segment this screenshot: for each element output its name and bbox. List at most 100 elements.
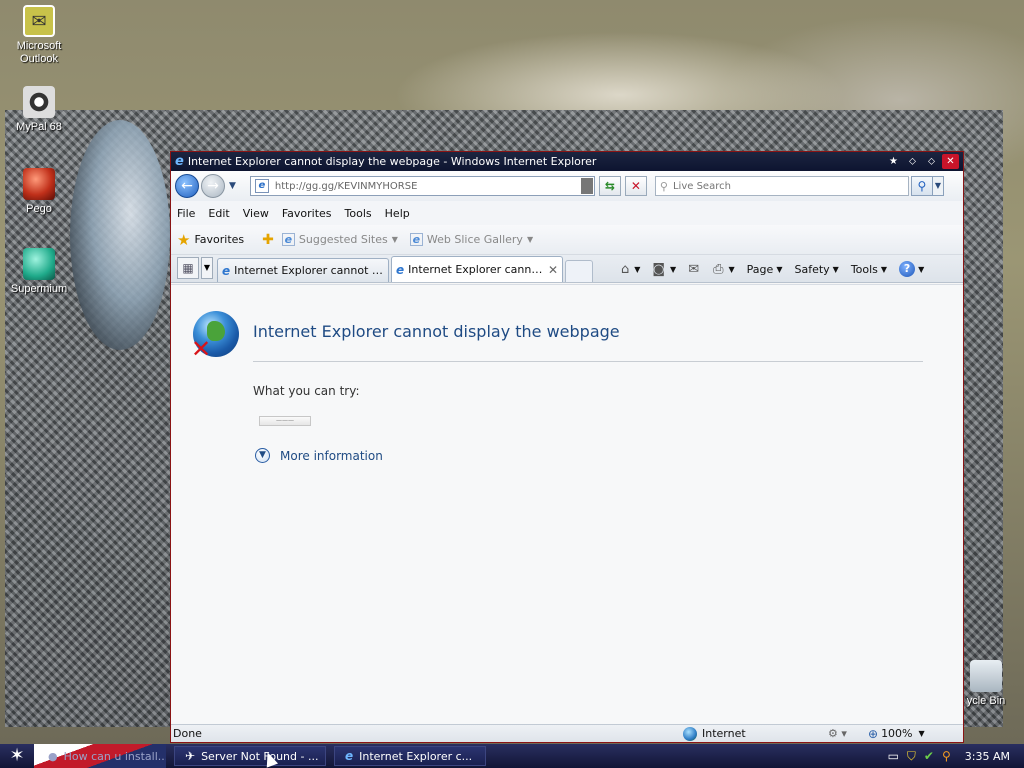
home-icon: ⌂ bbox=[621, 261, 630, 277]
ie-icon: e bbox=[345, 749, 354, 763]
refresh-button[interactable]: ⇆ bbox=[598, 176, 621, 196]
desktop-icon-mypal[interactable]: MyPal 68 bbox=[2, 86, 76, 134]
menu-edit[interactable]: Edit bbox=[208, 207, 229, 220]
firefox-icon: ✈ bbox=[185, 749, 196, 763]
what-you-can-try-label: What you can try: bbox=[253, 384, 360, 398]
print-button[interactable]: ⎙ ▼ bbox=[713, 262, 735, 277]
search-tray-icon[interactable]: ⚲ bbox=[942, 749, 951, 763]
tab-1[interactable]: e Internet Explorer cannot dis... bbox=[217, 258, 389, 282]
ie-page-icon: e bbox=[409, 233, 423, 246]
tools-menu[interactable]: Tools ▼ bbox=[851, 263, 887, 276]
pin-star-icon[interactable]: ★ bbox=[885, 154, 902, 169]
keyboard-icon[interactable]: ▭ bbox=[888, 749, 899, 763]
favorites-star-icon: ★ bbox=[177, 230, 191, 249]
desktop-icon-label: Supermium bbox=[10, 283, 68, 295]
taskbar-item-1[interactable]: ● How can u install... bbox=[34, 744, 166, 768]
zoom-control[interactable]: ⊕ 100% ▼ bbox=[868, 727, 925, 741]
window-title: Internet Explorer cannot display the web… bbox=[187, 155, 597, 168]
status-text: Done bbox=[173, 727, 202, 740]
wallpaper-eye bbox=[70, 120, 170, 350]
menu-tools[interactable]: Tools bbox=[345, 207, 372, 220]
search-input[interactable] bbox=[670, 179, 908, 193]
security-shield-icon[interactable]: ⛉ bbox=[907, 749, 916, 764]
diagnose-button[interactable]: ——— bbox=[259, 416, 311, 426]
ie-window: e Internet Explorer cannot display the w… bbox=[170, 151, 964, 743]
quick-tabs-icon[interactable]: ▦ bbox=[177, 257, 199, 279]
internet-zone-icon bbox=[683, 726, 697, 741]
taskbar-item-2[interactable]: ✈ Server Not Found - ... bbox=[174, 746, 326, 766]
menu-view[interactable]: View bbox=[243, 207, 269, 220]
help-button[interactable]: ? ▼ bbox=[899, 261, 924, 277]
minimize-button[interactable]: ⬦ bbox=[904, 154, 921, 169]
back-button[interactable]: ← bbox=[175, 174, 199, 198]
search-provider-icon: ⚲ bbox=[659, 179, 668, 193]
tab-2-active[interactable]: e Internet Explorer cannot ... ✕ bbox=[391, 256, 563, 282]
ie-tab-icon: e bbox=[396, 262, 405, 277]
chevron-down-icon: ▼ bbox=[526, 235, 534, 244]
search-box[interactable]: ⚲ bbox=[654, 176, 909, 196]
window-titlebar[interactable]: e Internet Explorer cannot display the w… bbox=[171, 152, 963, 171]
ie-page-icon: e bbox=[281, 233, 295, 246]
feeds-button[interactable]: ◙ ▼ bbox=[652, 262, 676, 277]
status-bar: Done Internet ⚙ ▾ ⊕ 100% ▼ bbox=[171, 724, 963, 742]
desktop-icon-label: MyPal 68 bbox=[16, 121, 62, 133]
desktop-icon-outlook[interactable]: ✉ Microsoft Outlook bbox=[2, 5, 76, 66]
tab-row: ▦ ▼ e Internet Explorer cannot dis... e … bbox=[171, 255, 963, 283]
page-menu[interactable]: Page ▼ bbox=[747, 263, 783, 276]
home-button[interactable]: ⌂ ▼ bbox=[621, 262, 640, 277]
address-row: ← → ▼ e ⇆ ✕ ⚲ ⚲ ▼ bbox=[171, 171, 963, 201]
desktop-icon-pego[interactable]: Pego bbox=[2, 168, 76, 216]
outlook-icon: ✉ bbox=[23, 5, 55, 37]
command-bar: ⌂ ▼ ◙ ▼ ✉ ⎙ ▼ Page ▼ Safety ▼ Tools ▼ ? ▼ bbox=[621, 261, 936, 277]
recycle-bin-icon bbox=[970, 660, 1002, 692]
mypal-icon bbox=[23, 86, 55, 118]
recent-pages-dropdown[interactable]: ▼ bbox=[229, 181, 236, 191]
network-icon[interactable]: ✔ bbox=[924, 749, 934, 763]
address-bar[interactable]: e bbox=[249, 176, 595, 196]
favorites-bar: ★ Favorites ✚ e Suggested Sites ▼ e Web … bbox=[171, 225, 963, 255]
ie-tab-icon: e bbox=[222, 263, 231, 278]
search-button[interactable]: ⚲ bbox=[910, 176, 933, 196]
tab-list-dropdown[interactable]: ▼ bbox=[201, 257, 213, 279]
desktop-icon-label: Pego bbox=[26, 203, 52, 215]
taskbar: ✶ ● How can u install... ✈ Server Not Fo… bbox=[0, 744, 1024, 768]
page-content: ✕ Internet Explorer cannot display the w… bbox=[171, 284, 963, 724]
mail-icon: ✉ bbox=[688, 261, 700, 277]
read-mail-button[interactable]: ✉ bbox=[688, 262, 701, 277]
favorites-button[interactable]: Favorites bbox=[194, 233, 244, 246]
forward-button[interactable]: → bbox=[201, 174, 225, 198]
desktop-icon-recycle-bin[interactable]: ycle Bin bbox=[956, 660, 1016, 708]
app-icon: ● bbox=[48, 749, 58, 763]
tab-close-icon[interactable]: ✕ bbox=[548, 263, 558, 277]
maximize-button[interactable]: ⬦ bbox=[923, 154, 940, 169]
security-zone[interactable]: Internet bbox=[683, 726, 828, 741]
suggested-sites-link[interactable]: e Suggested Sites ▼ bbox=[281, 233, 398, 246]
address-input[interactable] bbox=[272, 179, 581, 193]
help-icon: ? bbox=[899, 261, 916, 277]
start-button[interactable]: ✶ bbox=[0, 744, 34, 768]
tab-label: Internet Explorer cannot dis... bbox=[234, 264, 384, 277]
taskbar-item-3[interactable]: e Internet Explorer c... bbox=[334, 746, 486, 766]
close-button[interactable]: ✕ bbox=[942, 154, 959, 169]
add-to-favorites-bar-icon[interactable]: ✚ bbox=[262, 232, 274, 248]
desktop-icon-label: ycle Bin bbox=[966, 695, 1006, 707]
web-slice-gallery-link[interactable]: e Web Slice Gallery ▼ bbox=[409, 233, 534, 246]
search-options-dropdown[interactable]: ▼ bbox=[932, 176, 944, 196]
more-information-link[interactable]: ▼ More information bbox=[255, 448, 383, 463]
safety-menu[interactable]: Safety ▼ bbox=[794, 263, 838, 276]
new-tab-button[interactable] bbox=[565, 260, 593, 282]
printer-icon: ⎙ bbox=[713, 261, 724, 277]
menu-file[interactable]: File bbox=[177, 207, 195, 220]
clock[interactable]: 3:35 AM bbox=[965, 750, 1010, 763]
heading-divider bbox=[253, 361, 923, 362]
compat-view-icon[interactable] bbox=[580, 178, 593, 194]
system-tray: ▭ ⛉ ✔ ⚲ 3:35 AM bbox=[880, 749, 1024, 764]
error-heading: Internet Explorer cannot display the web… bbox=[253, 322, 620, 341]
stop-button[interactable]: ✕ bbox=[624, 176, 647, 196]
protected-mode-icon[interactable]: ⚙ ▾ bbox=[828, 727, 868, 740]
pego-icon bbox=[23, 168, 55, 200]
chevron-down-icon: ▼ bbox=[391, 235, 398, 244]
menu-help[interactable]: Help bbox=[385, 207, 410, 220]
desktop-icon-supermium[interactable]: Supermium bbox=[2, 248, 76, 296]
menu-favorites[interactable]: Favorites bbox=[282, 207, 332, 220]
